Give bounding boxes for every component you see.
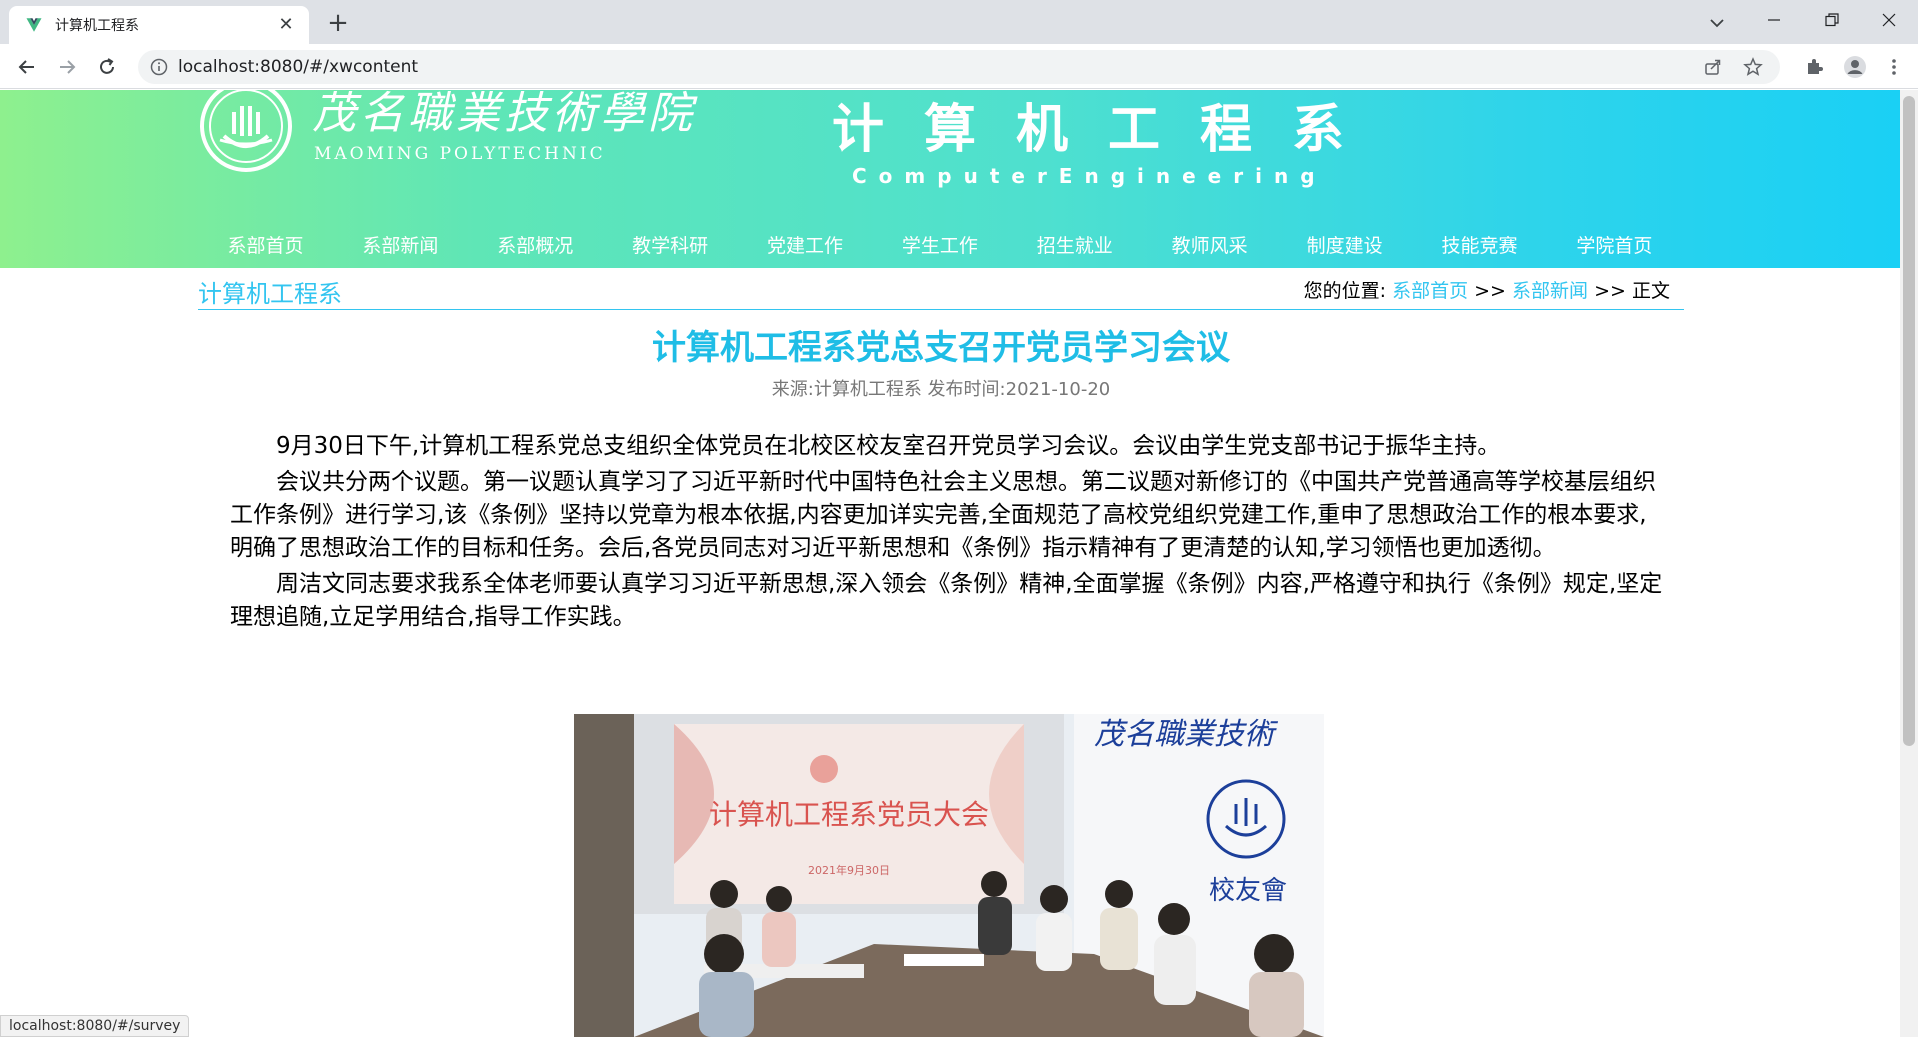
school-name-en: MAOMING POLYTECHNIC bbox=[314, 144, 606, 164]
restore-icon[interactable] bbox=[1803, 0, 1861, 40]
scrollbar-thumb[interactable] bbox=[1903, 96, 1915, 746]
dept-name-en: ComputerEngineering bbox=[852, 164, 1327, 188]
tab-title: 计算机工程系 bbox=[55, 18, 139, 34]
reload-icon[interactable] bbox=[92, 52, 122, 82]
breadcrumb-separator: >> bbox=[1474, 280, 1506, 302]
forward-icon[interactable] bbox=[52, 52, 82, 82]
browser-tab[interactable]: 计算机工程系 ✕ bbox=[9, 6, 309, 44]
url-text: localhost:8080/#/xwcontent bbox=[178, 57, 419, 77]
nav-item-dept-home[interactable]: 系部首页 bbox=[198, 228, 333, 264]
info-icon[interactable] bbox=[150, 58, 168, 76]
browser-toolbar: localhost:8080/#/xwcontent bbox=[0, 44, 1918, 89]
section-header: 计算机工程系 您的位置: 系部首页 >> 系部新闻 >> 正文 bbox=[198, 274, 1684, 310]
breadcrumb-news-link[interactable]: 系部新闻 bbox=[1512, 280, 1588, 302]
tab-close-icon[interactable]: ✕ bbox=[275, 14, 297, 36]
nav-item-teachers[interactable]: 教师风采 bbox=[1142, 228, 1277, 264]
status-bar-url: localhost:8080/#/survey bbox=[0, 1015, 190, 1037]
school-emblem-icon bbox=[200, 90, 292, 172]
extensions-icon[interactable] bbox=[1802, 55, 1826, 79]
share-icon[interactable] bbox=[1703, 57, 1723, 77]
nav-item-party-work[interactable]: 党建工作 bbox=[738, 228, 873, 264]
more-menu-icon[interactable] bbox=[1882, 55, 1906, 79]
article-photo: 计算机工程系党员大会 2021年9月30日 茂名職業技術 校友會 bbox=[574, 714, 1324, 1037]
nav-item-college-home[interactable]: 学院首页 bbox=[1547, 228, 1682, 264]
photo-screen-date: 2021年9月30日 bbox=[808, 863, 890, 877]
new-tab-icon[interactable]: + bbox=[322, 8, 354, 40]
photo-wall-text: 茂名職業技術 bbox=[1094, 717, 1279, 752]
breadcrumb: 您的位置: 系部首页 >> 系部新闻 >> 正文 bbox=[1304, 276, 1670, 303]
close-window-icon[interactable] bbox=[1860, 0, 1918, 40]
back-icon[interactable] bbox=[12, 52, 42, 82]
nav-item-student-work[interactable]: 学生工作 bbox=[872, 228, 1007, 264]
nav-item-competitions[interactable]: 技能竞赛 bbox=[1412, 228, 1547, 264]
breadcrumb-prefix: 您的位置: bbox=[1303, 280, 1387, 302]
article-title: 计算机工程系党总支召开党员学习会议 bbox=[652, 328, 1230, 368]
school-name-cn: 茂名職業技術學院 bbox=[312, 90, 696, 139]
article-paragraph: 会议共分两个议题。第一议题认真学习了习近平新时代中国特色社会主义思想。第二议题对… bbox=[230, 469, 1656, 561]
nav-item-regulations[interactable]: 制度建设 bbox=[1277, 228, 1412, 264]
page-scrollbar[interactable] bbox=[1900, 90, 1918, 1037]
bookmark-star-icon[interactable] bbox=[1743, 57, 1763, 77]
section-title: 计算机工程系 bbox=[198, 280, 342, 308]
vue-logo-icon bbox=[26, 18, 42, 32]
photo-screen-text: 计算机工程系党员大会 bbox=[709, 798, 989, 831]
main-nav: 系部首页 系部新闻 系部概况 教学科研 党建工作 学生工作 招生就业 教师风采 … bbox=[198, 228, 1682, 264]
nav-item-teaching-research[interactable]: 教学科研 bbox=[603, 228, 738, 264]
article-body: 9月30日下午,计算机工程系党总支组织全体党员在北校区校友室召开党员学习会议。会… bbox=[230, 430, 1666, 637]
profile-avatar-icon[interactable] bbox=[1843, 55, 1867, 79]
article-paragraph: 9月30日下午,计算机工程系党总支组织全体党员在北校区校友室召开党员学习会议。会… bbox=[276, 433, 1501, 459]
minimize-icon[interactable] bbox=[1745, 0, 1803, 40]
photo-wall-text-2: 校友會 bbox=[1209, 876, 1287, 906]
browser-tab-bar: 计算机工程系 ✕ + bbox=[0, 0, 1918, 44]
breadcrumb-separator: >> bbox=[1594, 280, 1626, 302]
dept-name-cn: 计算机工程系 bbox=[832, 100, 1385, 160]
chevron-down-icon[interactable] bbox=[1702, 8, 1732, 38]
breadcrumb-home-link[interactable]: 系部首页 bbox=[1392, 280, 1468, 302]
article-meta: 来源:计算机工程系 发布时间:2021-10-20 bbox=[771, 379, 1111, 400]
breadcrumb-current: 正文 bbox=[1631, 280, 1670, 302]
article-paragraph: 周洁文同志要求我系全体老师要认真学习习近平新思想,深入领会《条例》精神,全面掌握… bbox=[230, 571, 1663, 630]
site-banner: 茂名職業技術學院 MAOMING POLYTECHNIC 计算机工程系 Comp… bbox=[0, 90, 1900, 268]
address-bar[interactable]: localhost:8080/#/xwcontent bbox=[138, 50, 1780, 84]
page-viewport: 茂名職業技術學院 MAOMING POLYTECHNIC 计算机工程系 Comp… bbox=[0, 90, 1900, 1037]
nav-item-admission-employment[interactable]: 招生就业 bbox=[1007, 228, 1142, 264]
nav-item-dept-news[interactable]: 系部新闻 bbox=[333, 228, 468, 264]
nav-item-dept-overview[interactable]: 系部概况 bbox=[468, 228, 603, 264]
